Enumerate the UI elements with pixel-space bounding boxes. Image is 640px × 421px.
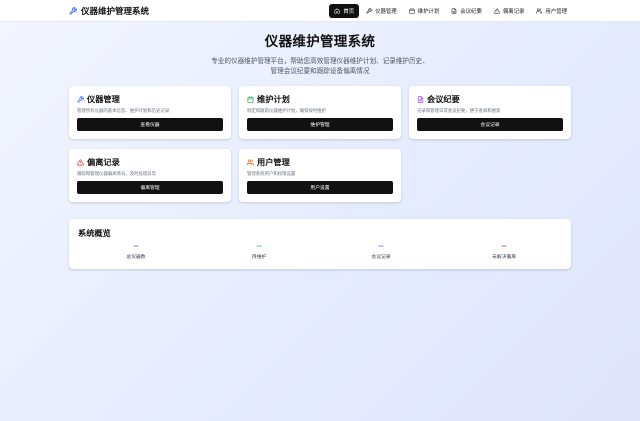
nav-item-users[interactable]: 用户管理: [531, 4, 572, 18]
stat-value: --: [378, 243, 384, 250]
maintenance-manage-button[interactable]: 维护管理: [247, 118, 393, 131]
calendar-icon: [409, 7, 415, 14]
card-title-instruments: 仪器管理: [87, 94, 120, 104]
users-icon: [536, 7, 543, 14]
stat-label: 总仪器数: [126, 255, 146, 260]
subtitle-line-1: 专业的仪器维护管理平台，帮助您高效管理仪器维护计划、记录维护历史、: [211, 57, 429, 65]
wrench-icon: [69, 6, 77, 15]
nav-label-home: 首页: [343, 8, 355, 15]
warning-icon: [77, 159, 84, 165]
card-title-deviations: 偏离记录: [87, 157, 120, 167]
wrench-icon: [366, 7, 372, 14]
deviation-manage-button[interactable]: 偏离管理: [77, 181, 223, 194]
nav-item-plans[interactable]: 维护计划: [404, 4, 445, 18]
brand-title: 仪器维护管理系统: [81, 6, 150, 17]
card-deviations: 偏离记录 跟踪和管理仪器偏离情况，及时处理异常 偏离管理: [69, 149, 231, 202]
card-desc-instruments: 管理所有仪器的基本信息、维护计划和历史记录: [77, 109, 170, 114]
calendar-icon: [247, 95, 254, 103]
nav-item-instruments[interactable]: 仪器管理: [361, 4, 402, 18]
warning-icon: [493, 7, 500, 14]
brand[interactable]: 仪器维护管理系统: [69, 5, 149, 17]
page-subtitle: 专业的仪器维护管理平台，帮助您高效管理仪器维护计划、记录维护历史、 管理会议纪要…: [0, 57, 640, 76]
overview-title: 系统概览: [78, 228, 111, 238]
home-icon: [334, 7, 340, 14]
stat-pending-maintenance: -- 待维护: [214, 243, 304, 261]
card-desc-deviations: 跟踪和管理仪器偏离情况，及时处理异常: [77, 172, 157, 177]
wrench-icon: [77, 95, 84, 102]
view-instruments-button[interactable]: 查看仪器: [77, 118, 223, 131]
nav-item-deviations[interactable]: 偏离记录: [489, 4, 530, 18]
nav-label-minutes: 会议纪要: [460, 8, 482, 15]
card-title-minutes: 会议纪要: [427, 94, 460, 104]
hero-section: 仪器维护管理系统 专业的仪器维护管理平台，帮助您高效管理仪器维护计划、记录维护历…: [0, 30, 640, 76]
nav-label-instruments: 仪器管理: [375, 8, 397, 15]
document-icon: [451, 7, 457, 14]
stat-label: 未解决偏离: [492, 255, 516, 260]
nav-label-deviations: 偏离记录: [502, 8, 525, 15]
nav-label-plans: 维护计划: [417, 8, 440, 15]
card-title-users: 用户管理: [257, 157, 290, 167]
nav-label-users: 用户管理: [545, 8, 567, 15]
document-icon: [417, 95, 424, 103]
stat-value: --: [133, 243, 139, 250]
stat-unresolved-deviations: -- 未解决偏离: [459, 243, 549, 261]
subtitle-line-2: 管理会议纪要和跟踪设备偏离情况: [270, 66, 370, 75]
card-desc-plans: 制定和跟踪仪器维护计划，确保按时维护: [247, 109, 327, 114]
card-instruments: 仪器管理 管理所有仪器的基本信息、维护计划和历史记录 查看仪器: [69, 86, 231, 139]
nav-item-home[interactable]: 首页: [329, 3, 360, 18]
card-minutes: 会议纪要 记录和管理日常会议纪要，便于查阅和搜索 会议记录: [409, 86, 571, 139]
stat-value: --: [501, 243, 507, 250]
card-plans: 维护计划 制定和跟踪仪器维护计划，确保按时维护 维护管理: [239, 86, 401, 139]
card-users: 用户管理 管理系统用户和权限设置 用户设置: [239, 149, 401, 202]
card-title-plans: 维护计划: [257, 94, 290, 104]
stat-total-instruments: -- 总仪器数: [91, 243, 181, 261]
card-desc-minutes: 记录和管理日常会议纪要，便于查阅和搜索: [417, 109, 501, 114]
users-icon: [247, 159, 254, 165]
main-nav: 首页 仪器管理 维护计划 会议纪要 偏离记录 用户管理: [329, 3, 572, 18]
stat-label: 待维护: [251, 255, 267, 260]
user-settings-button[interactable]: 用户设置: [247, 181, 393, 194]
card-desc-users: 管理系统用户和权限设置: [247, 172, 296, 177]
stat-meeting-records: -- 会议记录: [336, 243, 426, 261]
stat-value: --: [256, 243, 262, 250]
page-title: 仪器维护管理系统: [264, 34, 376, 50]
top-navbar: 仪器维护管理系统 首页 仪器管理 维护计划 会议纪要 偏离记录 用户管理: [0, 0, 640, 22]
nav-item-minutes[interactable]: 会议纪要: [446, 4, 487, 18]
stat-label: 会议记录: [371, 255, 391, 260]
meeting-records-button[interactable]: 会议记录: [417, 118, 563, 131]
